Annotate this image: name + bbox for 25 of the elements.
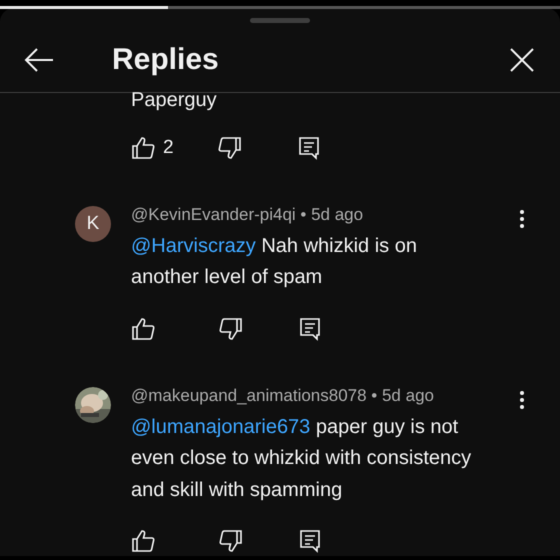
more-options-icon[interactable]	[519, 208, 525, 228]
sheet-title: Replies	[112, 43, 220, 78]
reply-icon[interactable]	[299, 529, 321, 553]
comment-text: @Harviscrazy Nah whizkid is on another level of spam	[131, 234, 418, 290]
comment-text: @lumanajonarie673 paper guy is not even close to whizkid with consistency and skill with spamming	[131, 414, 472, 502]
reply-icon[interactable]	[299, 316, 321, 340]
mention-link[interactable]: @Harviscrazy	[131, 234, 256, 256]
close-icon[interactable]	[510, 48, 534, 72]
thumbs-down-icon[interactable]	[218, 136, 242, 160]
thumbs-up-icon[interactable]	[131, 316, 155, 340]
thumbs-up-icon[interactable]	[131, 529, 155, 553]
comment-meta: @makeupand_animations8078 • 5d ago	[131, 386, 434, 406]
mention-link[interactable]: @lumanajonarie673	[131, 416, 310, 438]
video-progress-bar[interactable]	[0, 6, 560, 9]
thumbs-down-icon[interactable]	[219, 316, 243, 340]
avatar[interactable]: K	[75, 206, 111, 242]
thumbs-down-icon[interactable]	[219, 529, 243, 553]
reply-icon[interactable]	[298, 136, 320, 160]
more-options-icon[interactable]	[519, 390, 525, 410]
comment-meta: @KevinEvander-pi4qi • 5d ago	[131, 204, 364, 224]
comment-text: Paperguy	[131, 90, 217, 110]
like-count: 2	[163, 136, 174, 158]
back-arrow-icon[interactable]	[24, 47, 54, 74]
drag-handle[interactable]	[250, 18, 310, 24]
thumbs-up-icon[interactable]	[131, 136, 155, 160]
